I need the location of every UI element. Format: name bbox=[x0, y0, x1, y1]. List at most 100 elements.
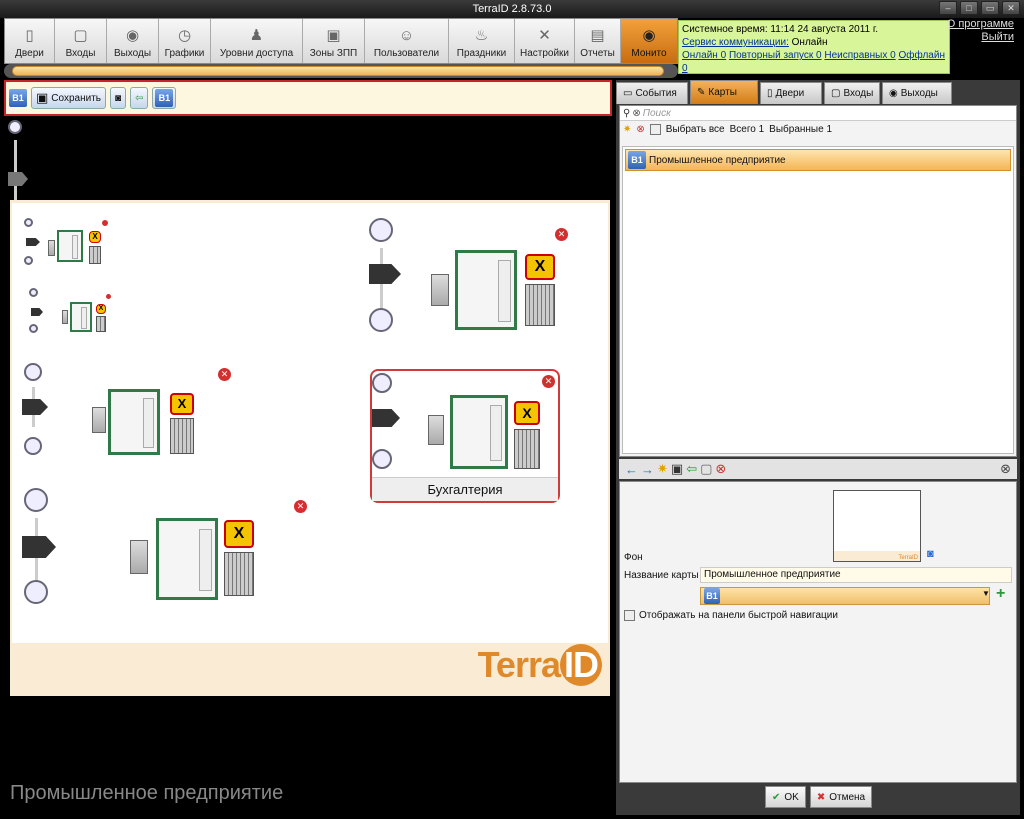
map-name-label: Название карты bbox=[624, 570, 699, 581]
online-link[interactable]: Онлайн 0 bbox=[682, 50, 726, 61]
zoom-in-icon[interactable] bbox=[24, 580, 48, 604]
delete-icon[interactable]: ⊗ bbox=[715, 461, 726, 477]
maps-icon: ✎ bbox=[697, 87, 706, 98]
door-widget[interactable]: X ✕ bbox=[20, 363, 240, 463]
tab-entrances[interactable]: ▢ Входы bbox=[824, 82, 880, 104]
map-area[interactable]: X X X ✕ X ✕ X ✕ X ✕ Бухгалтерия bbox=[12, 203, 608, 643]
exit-link[interactable]: Выйти bbox=[947, 31, 1014, 44]
delete-icon[interactable]: ✕ bbox=[218, 368, 231, 381]
undo-icon[interactable]: ⇦ bbox=[686, 461, 697, 477]
keypad-icon bbox=[224, 552, 254, 596]
new-icon[interactable]: ✷ bbox=[657, 461, 668, 477]
zoom-out-icon[interactable] bbox=[29, 288, 38, 297]
zoom-in-icon[interactable] bbox=[369, 308, 393, 332]
door-widget[interactable]: X bbox=[22, 288, 122, 338]
toolbar-schedules-button[interactable]: ◷ Графики bbox=[159, 19, 211, 63]
toolbar-doors-button[interactable]: ▯ Двери bbox=[5, 19, 55, 63]
service-link[interactable]: Сервис коммуникации: bbox=[682, 37, 789, 48]
toolbar-reports-button[interactable]: ▤ Отчеты bbox=[575, 19, 621, 63]
dropdown-arrow-icon[interactable]: ▼ bbox=[982, 589, 990, 598]
toolbar-exits-button[interactable]: ◉ Выходы bbox=[107, 19, 159, 63]
toolbar-scrollbar[interactable] bbox=[4, 64, 678, 78]
delete-icon[interactable]: ⊗ bbox=[636, 124, 644, 135]
door-widget[interactable]: X ✕ bbox=[22, 488, 312, 618]
minimize-button[interactable]: – bbox=[939, 1, 957, 15]
toolbar-settings-button[interactable]: ✕ Настройки bbox=[515, 19, 575, 63]
repeat-link[interactable]: Повторный запуск 0 bbox=[729, 50, 822, 61]
background-thumbnail[interactable]: TerraID bbox=[833, 490, 921, 562]
next-arrow-icon[interactable]: → bbox=[641, 462, 654, 477]
toolbar-monitoring-button[interactable]: ◉ Монито bbox=[621, 19, 677, 63]
ok-button[interactable]: ✔ OK bbox=[765, 786, 806, 808]
card-reader-icon bbox=[431, 274, 449, 306]
about-link[interactable]: О программе bbox=[947, 18, 1014, 31]
door-widget[interactable]: X bbox=[22, 218, 122, 268]
restore-button[interactable]: ▭ bbox=[981, 1, 999, 15]
zone-widget-selected[interactable]: X ✕ Бухгалтерия bbox=[370, 369, 560, 503]
toolbar-holidays-button[interactable]: ♨ Праздники bbox=[449, 19, 515, 63]
main-toolbar: ▯ Двери ▢ Входы ◉ Выходы ◷ Графики ♟ Уровни д… bbox=[4, 18, 678, 64]
back-button[interactable]: ⇦ bbox=[130, 87, 149, 109]
cancel-button[interactable]: ✖ Отмена bbox=[809, 786, 873, 808]
copy-icon[interactable]: ▢ bbox=[700, 461, 712, 477]
add-icon[interactable]: + bbox=[996, 585, 1005, 603]
b1-map-button[interactable]: B1 bbox=[152, 87, 177, 109]
camera-icon[interactable]: ◙ bbox=[927, 548, 934, 560]
toolbar-entrances-button[interactable]: ▢ Входы bbox=[55, 19, 107, 63]
faulty-link[interactable]: Неисправных 0 bbox=[824, 50, 895, 61]
keypad-icon bbox=[170, 418, 194, 454]
search-bar[interactable]: ⚲ ⊗ Поиск bbox=[620, 106, 1016, 121]
select-all-checkbox[interactable] bbox=[649, 124, 661, 135]
delete-icon[interactable]: ✕ bbox=[555, 228, 568, 241]
toolbar-label: Отчеты bbox=[580, 48, 615, 59]
zoom-in-icon[interactable] bbox=[24, 256, 33, 265]
zoom-in-icon[interactable] bbox=[24, 437, 42, 455]
new-map-icon[interactable]: ✷ bbox=[623, 124, 631, 135]
list-item[interactable]: B1 Промышленное предприятие bbox=[625, 149, 1011, 171]
map-icon-combo[interactable]: B1 bbox=[700, 587, 990, 605]
delete-icon[interactable]: ✕ bbox=[294, 500, 307, 513]
save-button[interactable]: ▣ Сохранить bbox=[31, 87, 106, 109]
service-value: Онлайн bbox=[791, 37, 828, 48]
zones-icon: ▣ bbox=[326, 27, 341, 44]
delete-icon[interactable] bbox=[106, 294, 111, 299]
door-icon: ▯ bbox=[767, 88, 773, 99]
toolbar-label: Выходы bbox=[113, 48, 152, 59]
map-canvas[interactable]: X X X ✕ X ✕ X ✕ X ✕ Бухгалтерия Terra ID bbox=[10, 200, 610, 696]
clear-search-icon[interactable]: ⊗ bbox=[632, 108, 640, 119]
map-name-input[interactable]: Промышленное предприятие bbox=[700, 567, 1012, 583]
toolbar-label: Входы bbox=[65, 48, 96, 59]
tab-doors[interactable]: ▯ Двери bbox=[760, 82, 822, 104]
close-button[interactable]: ✕ bbox=[1002, 1, 1020, 15]
tab-events[interactable]: ▭ События bbox=[616, 82, 688, 104]
zoom-slider-thumb[interactable] bbox=[8, 172, 28, 186]
scrollbar-thumb[interactable] bbox=[12, 66, 664, 76]
zoom-out-icon[interactable] bbox=[8, 120, 22, 134]
arrow-icon bbox=[31, 308, 43, 316]
zoom-in-icon[interactable] bbox=[29, 324, 38, 333]
close-panel-icon[interactable]: ⊗ bbox=[1000, 461, 1011, 477]
door-icon bbox=[450, 395, 508, 469]
save-icon[interactable]: ▣ bbox=[671, 461, 683, 477]
eye-icon: ◉ bbox=[642, 27, 656, 44]
door-icon bbox=[455, 250, 517, 330]
delete-icon[interactable] bbox=[102, 220, 108, 226]
quick-nav-checkbox[interactable] bbox=[624, 610, 635, 621]
tab-exits[interactable]: ◉ Выходы bbox=[882, 82, 952, 104]
toolbar-zones-button[interactable]: ▣ Зоны ЗПП bbox=[303, 19, 365, 63]
map-caption: Промышленное предприятие bbox=[10, 782, 284, 804]
zoom-out-icon[interactable] bbox=[24, 218, 33, 227]
toolbar-users-button[interactable]: ☺ Пользователи bbox=[365, 19, 449, 63]
camera-button[interactable]: ◙ bbox=[110, 87, 127, 109]
tab-maps[interactable]: ✎ Карты bbox=[690, 80, 758, 104]
delete-icon[interactable]: ✕ bbox=[542, 375, 555, 388]
zoom-out-icon[interactable] bbox=[369, 218, 393, 242]
zoom-out-icon[interactable] bbox=[372, 373, 392, 393]
maximize-button[interactable]: □ bbox=[960, 1, 978, 15]
toolbar-access-levels-button[interactable]: ♟ Уровни доступа bbox=[211, 19, 303, 63]
zoom-out-icon[interactable] bbox=[24, 363, 42, 381]
zoom-out-icon[interactable] bbox=[24, 488, 48, 512]
door-widget[interactable]: X ✕ bbox=[367, 218, 582, 343]
prev-arrow-icon[interactable]: ← bbox=[625, 462, 638, 477]
zoom-in-icon[interactable] bbox=[372, 449, 392, 469]
